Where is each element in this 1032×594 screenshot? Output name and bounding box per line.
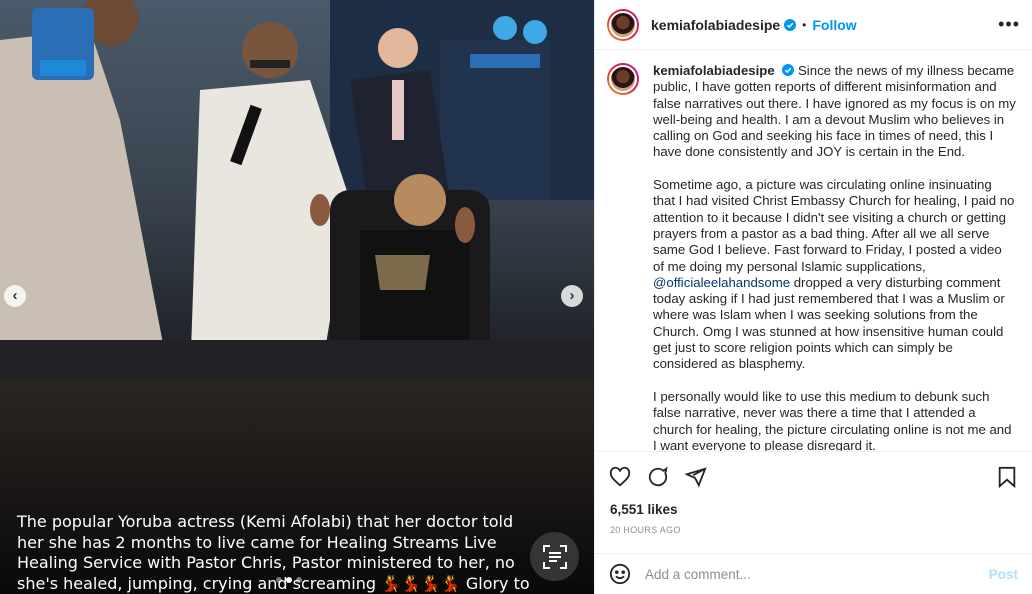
likes-count[interactable]: 6,551 likes	[610, 502, 678, 517]
comments-area[interactable]: kemiafolabiadesipe Since the news of my …	[595, 51, 1032, 451]
caption-comment: kemiafolabiadesipe Since the news of my …	[607, 63, 1016, 451]
post-media[interactable]: The popular Yoruba actress (Kemi Afolabi…	[0, 0, 594, 594]
carousel-dot	[276, 577, 282, 583]
text-scan-icon	[542, 544, 567, 569]
caption-text: kemiafolabiadesipe Since the news of my …	[653, 63, 1016, 451]
post-timestamp: 20 HOURS AGO	[610, 525, 681, 535]
post-comment-button[interactable]: Post	[989, 567, 1018, 582]
add-comment-bar: Post	[595, 553, 1032, 594]
header-username[interactable]: kemiafolabiadesipe	[651, 17, 780, 33]
comment-icon[interactable]	[647, 466, 669, 488]
more-options-button[interactable]: •••	[998, 14, 1020, 35]
overlay-line: The popular Yoruba actress (Kemi Afolabi…	[17, 512, 514, 531]
post-header: kemiafolabiadesipe • Follow •••	[595, 0, 1032, 50]
caption-paragraph: Sometime ago, a picture was circulating …	[653, 177, 1015, 274]
verified-icon	[784, 18, 797, 31]
follow-button[interactable]: Follow	[812, 17, 856, 33]
comment-input[interactable]	[645, 566, 989, 582]
header-separator: •	[802, 17, 807, 32]
caption-paragraph: I personally would like to use this medi…	[653, 388, 1012, 451]
avatar[interactable]	[607, 63, 639, 95]
avatar[interactable]	[607, 8, 639, 41]
bookmark-icon[interactable]	[996, 466, 1018, 488]
action-bar	[595, 451, 1032, 501]
overlay-line: her she has 2 months to live came for He…	[17, 532, 497, 552]
emoji-icon[interactable]	[609, 563, 631, 585]
caption-username[interactable]: kemiafolabiadesipe	[653, 63, 775, 78]
heart-icon[interactable]	[609, 466, 631, 488]
carousel-next-button[interactable]: ›	[561, 285, 583, 307]
overlay-line: Healing Service with Pastor Chris, Pasto…	[17, 553, 515, 572]
share-icon[interactable]	[685, 466, 707, 488]
post-side-panel: kemiafolabiadesipe • Follow ••• kemiafol…	[594, 0, 1032, 594]
carousel-dot-active	[286, 577, 292, 583]
mention-link[interactable]: @officialeelahandsome	[653, 275, 790, 290]
carousel-dot	[296, 577, 302, 583]
carousel-prev-button[interactable]: ‹	[4, 285, 26, 307]
verified-icon	[782, 64, 795, 76]
carousel-indicator	[276, 577, 302, 583]
post-photo	[0, 0, 594, 594]
text-scan-button[interactable]	[530, 532, 579, 581]
